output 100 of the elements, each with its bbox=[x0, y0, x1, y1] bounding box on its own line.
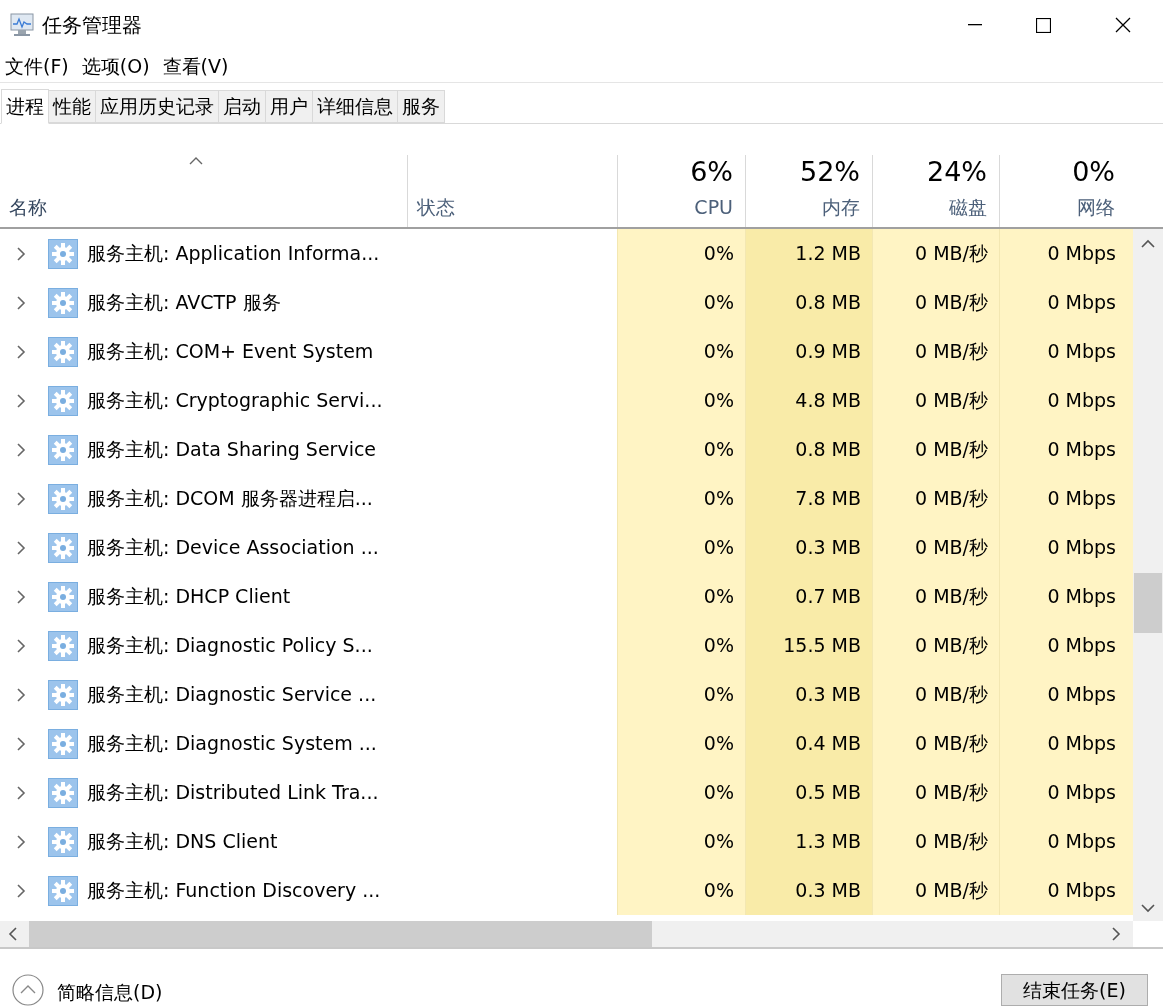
table-cell: 0 MB/秒 bbox=[872, 768, 999, 817]
table-cell: 0 Mbps bbox=[999, 817, 1127, 866]
tab[interactable]: 进程 bbox=[1, 89, 49, 124]
window-title: 任务管理器 bbox=[42, 12, 142, 39]
process-name[interactable]: 服务主机: DHCP Client bbox=[87, 582, 291, 611]
process-name[interactable]: 服务主机: Distributed Link Tra... bbox=[87, 778, 379, 807]
process-name[interactable]: 服务主机: Device Association ... bbox=[87, 533, 379, 562]
table-cell: 0 Mbps bbox=[999, 229, 1127, 278]
menu-item[interactable]: 文件(F) bbox=[5, 51, 69, 81]
table-cell: 0.7 MB bbox=[745, 572, 872, 621]
gear-icon bbox=[48, 777, 78, 808]
menu-item[interactable]: 选项(O) bbox=[81, 51, 150, 81]
table-cell: 4.8 MB bbox=[745, 376, 872, 425]
table-cell: 0 MB/秒 bbox=[872, 621, 999, 670]
table-cell: 0 MB/秒 bbox=[872, 376, 999, 425]
process-name[interactable]: 服务主机: Application Informa... bbox=[87, 239, 380, 268]
details-link[interactable]: 简略信息(D) bbox=[57, 978, 163, 1006]
table-cell: 0% bbox=[617, 425, 745, 474]
scroll-down-icon[interactable] bbox=[1141, 903, 1155, 913]
table-cell: 0 MB/秒 bbox=[872, 229, 999, 278]
process-name[interactable]: 服务主机: Diagnostic System ... bbox=[87, 729, 377, 758]
horizontal-scrollbar[interactable] bbox=[0, 921, 1133, 947]
gear-icon bbox=[48, 238, 78, 269]
column-total: 24% bbox=[927, 154, 987, 189]
gear-icon bbox=[48, 826, 78, 857]
table-cell: 0% bbox=[617, 621, 745, 670]
column-header[interactable]: 名称 bbox=[9, 192, 47, 221]
table-cell: 0 Mbps bbox=[999, 768, 1127, 817]
column-header[interactable]: 网络 bbox=[1077, 192, 1115, 221]
scroll-right-icon[interactable] bbox=[1111, 927, 1121, 941]
scroll-left-icon[interactable] bbox=[8, 927, 18, 941]
tab[interactable]: 应用历史记录 bbox=[96, 90, 219, 123]
gear-icon bbox=[48, 679, 78, 710]
tab[interactable]: 用户 bbox=[266, 90, 313, 123]
table-cell: 0% bbox=[617, 719, 745, 768]
process-name[interactable]: 服务主机: Diagnostic Policy S... bbox=[87, 631, 373, 660]
table-cell: 1.2 MB bbox=[745, 229, 872, 278]
table-cell: 0.8 MB bbox=[745, 425, 872, 474]
process-name[interactable]: 服务主机: Function Discovery ... bbox=[87, 876, 381, 905]
process-name[interactable]: 服务主机: COM+ Event System bbox=[87, 337, 374, 366]
tab[interactable]: 性能 bbox=[49, 90, 96, 123]
column-total: 0% bbox=[1072, 154, 1115, 189]
gear-icon bbox=[48, 385, 78, 416]
vertical-scrollbar[interactable] bbox=[1133, 229, 1163, 921]
gear-icon bbox=[48, 287, 78, 318]
scrollbar-thumb[interactable] bbox=[29, 921, 652, 947]
table-cell: 0% bbox=[617, 670, 745, 719]
minimize-icon bbox=[968, 24, 982, 26]
column-header[interactable]: 内存 bbox=[822, 192, 860, 221]
table-cell: 0 Mbps bbox=[999, 572, 1127, 621]
scrollbar-thumb[interactable] bbox=[1134, 573, 1162, 633]
menu-item[interactable]: 查看(V) bbox=[162, 51, 229, 81]
process-name[interactable]: 服务主机: DCOM 服务器进程启... bbox=[87, 484, 373, 513]
column-total: 6% bbox=[690, 154, 733, 189]
gear-icon bbox=[48, 728, 78, 759]
table-cell: 0 Mbps bbox=[999, 376, 1127, 425]
process-name[interactable]: 服务主机: Diagnostic Service ... bbox=[87, 680, 377, 709]
tab[interactable]: 详细信息 bbox=[313, 90, 398, 123]
table-cell: 0% bbox=[617, 572, 745, 621]
table-cell: 0.4 MB bbox=[745, 719, 872, 768]
sort-caret-icon bbox=[188, 155, 204, 167]
table-cell: 0 MB/秒 bbox=[872, 425, 999, 474]
table-cell: 0% bbox=[617, 768, 745, 817]
process-name[interactable]: 服务主机: DNS Client bbox=[87, 827, 278, 856]
table-cell: 0 Mbps bbox=[999, 523, 1127, 572]
process-name[interactable]: 服务主机: Cryptographic Servi... bbox=[87, 386, 383, 415]
column-header[interactable]: CPU bbox=[694, 192, 733, 221]
table-cell: 0 Mbps bbox=[999, 278, 1127, 327]
end-task-button[interactable]: 结束任务(E) bbox=[1001, 974, 1148, 1006]
collapse-icon[interactable] bbox=[12, 974, 44, 1006]
table-cell: 0% bbox=[617, 376, 745, 425]
table-cell: 0 MB/秒 bbox=[872, 670, 999, 719]
gear-icon bbox=[48, 336, 78, 367]
gear-icon bbox=[48, 875, 78, 906]
column-header[interactable]: 状态 bbox=[417, 192, 455, 221]
table-cell: 0 Mbps bbox=[999, 474, 1127, 523]
process-name[interactable]: 服务主机: AVCTP 服务 bbox=[87, 288, 281, 317]
tab[interactable]: 启动 bbox=[219, 90, 266, 123]
table-cell: 0 Mbps bbox=[999, 327, 1127, 376]
table-cell: 0% bbox=[617, 327, 745, 376]
table-cell: 0% bbox=[617, 866, 745, 915]
process-name[interactable]: 服务主机: Data Sharing Service bbox=[87, 435, 377, 464]
table-cell: 0 Mbps bbox=[999, 621, 1127, 670]
table-cell: 0 Mbps bbox=[999, 719, 1127, 768]
gear-icon bbox=[48, 483, 78, 514]
table-cell: 0 MB/秒 bbox=[872, 719, 999, 768]
maximize-icon bbox=[1035, 17, 1051, 33]
table-cell: 0 MB/秒 bbox=[872, 523, 999, 572]
table-cell: 0 Mbps bbox=[999, 866, 1127, 915]
table-cell: 0.5 MB bbox=[745, 768, 872, 817]
table-cell: 0.3 MB bbox=[745, 670, 872, 719]
column-header[interactable]: 磁盘 bbox=[949, 192, 987, 221]
table-cell: 0 MB/秒 bbox=[872, 866, 999, 915]
table-cell: 0 MB/秒 bbox=[872, 474, 999, 523]
table-cell: 0 MB/秒 bbox=[872, 572, 999, 621]
tab[interactable]: 服务 bbox=[398, 90, 445, 123]
monitor-icon bbox=[9, 12, 37, 38]
gear-icon bbox=[48, 630, 78, 661]
table-cell: 0.3 MB bbox=[745, 523, 872, 572]
scroll-up-icon[interactable] bbox=[1141, 239, 1155, 249]
